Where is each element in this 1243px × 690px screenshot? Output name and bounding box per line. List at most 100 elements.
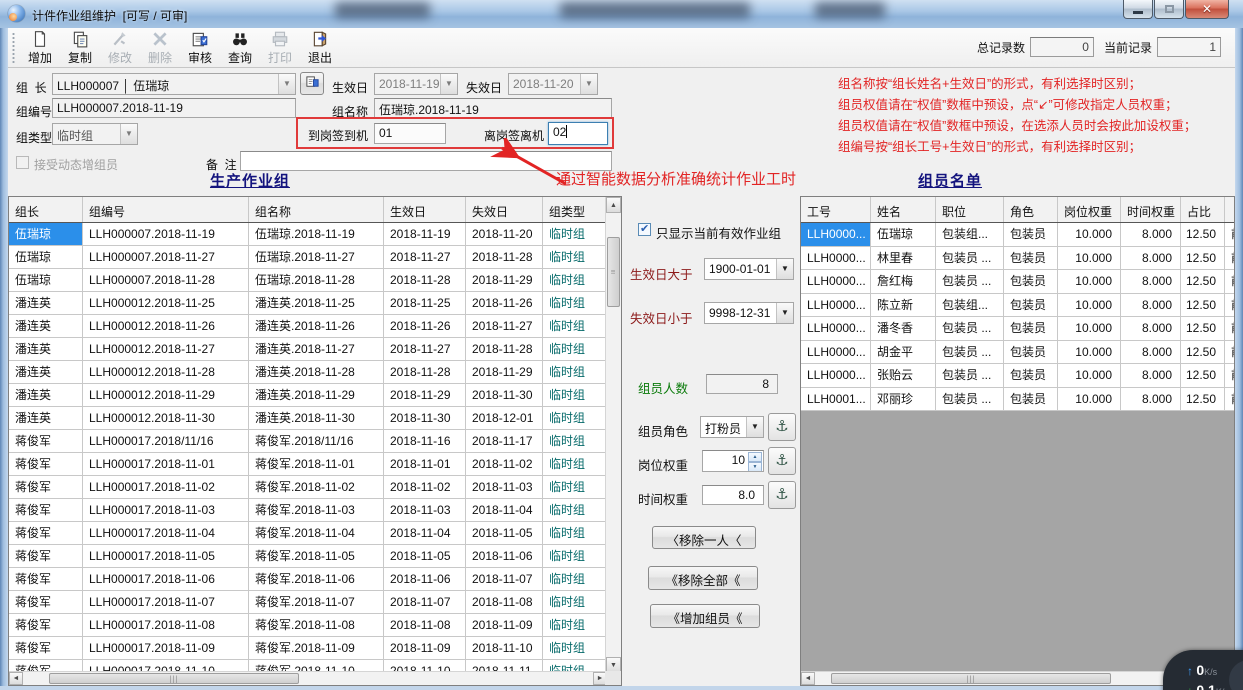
table-cell[interactable]: 潘连英.2018-11-27 bbox=[249, 338, 384, 361]
table-cell[interactable]: 10.000 bbox=[1058, 341, 1121, 365]
table-cell[interactable]: 潘连英.2018-11-26 bbox=[249, 315, 384, 338]
table-cell[interactable]: 潘冬香 bbox=[871, 317, 936, 341]
table-cell[interactable]: 包装员 bbox=[1004, 247, 1058, 271]
table-cell[interactable]: 2018-11-27 bbox=[466, 315, 543, 338]
table-cell[interactable]: 2018-11-04 bbox=[466, 499, 543, 522]
table-cell[interactable]: 12.50 bbox=[1181, 317, 1225, 341]
table-cell[interactable]: 蒋俊军.2018-11-05 bbox=[249, 545, 384, 568]
table-cell[interactable]: 临时组 bbox=[543, 568, 606, 591]
effective-after-combo[interactable]: 1900-01-01▼ bbox=[704, 258, 794, 280]
table-cell[interactable]: 2018-11-26 bbox=[384, 315, 466, 338]
table-cell[interactable]: 2018-11-05 bbox=[466, 522, 543, 545]
table-cell[interactable]: 2018-11-02 bbox=[466, 453, 543, 476]
table-cell[interactable]: 8.000 bbox=[1121, 317, 1181, 341]
table-cell[interactable]: LLH000017.2018-11-03 bbox=[83, 499, 249, 522]
table-row[interactable]: 潘连英LLH000012.2018-11-25潘连英.2018-11-25201… bbox=[9, 292, 606, 315]
card-reader-button[interactable] bbox=[300, 72, 324, 95]
table-cell[interactable]: 2018-11-28 bbox=[384, 269, 466, 292]
table-cell[interactable]: 2018-11-29 bbox=[384, 384, 466, 407]
table-cell[interactable]: 蒋俊军.2018-11-09 bbox=[249, 637, 384, 660]
audit-button[interactable]: 审核 bbox=[180, 30, 220, 66]
table-row[interactable]: LLH0000...陈立新包装组...包装员10.0008.00012.50前 bbox=[801, 294, 1234, 318]
table-cell[interactable]: 临时组 bbox=[543, 361, 606, 384]
table-cell[interactable]: 伍瑞琼 bbox=[9, 269, 83, 292]
column-header[interactable]: 工号 bbox=[801, 197, 871, 222]
table-cell[interactable]: 潘连英 bbox=[9, 292, 83, 315]
table-cell[interactable]: 林里春 bbox=[871, 247, 936, 271]
table-cell[interactable]: 2018-11-04 bbox=[384, 522, 466, 545]
column-header[interactable]: 组长 bbox=[9, 197, 83, 222]
table-cell[interactable]: 伍瑞琼 bbox=[9, 223, 83, 246]
vertical-scrollbar[interactable]: ▲ ≡ ▼ bbox=[605, 197, 621, 673]
table-cell[interactable]: 2018-11-09 bbox=[466, 614, 543, 637]
table-cell[interactable]: 临时组 bbox=[543, 476, 606, 499]
table-cell[interactable]: LLH0000... bbox=[801, 317, 871, 341]
post-weight-spinner[interactable]: 10 ▲▼ bbox=[702, 450, 764, 472]
network-speed-overlay[interactable]: ↑ 0K/s ↓ 0.1K/s bbox=[1163, 650, 1243, 690]
table-cell[interactable]: 12.50 bbox=[1181, 247, 1225, 271]
table-cell[interactable]: 2018-11-30 bbox=[466, 384, 543, 407]
table-cell[interactable]: 陈立新 bbox=[871, 294, 936, 318]
table-row[interactable]: 伍瑞琼LLH000007.2018-11-27伍瑞琼.2018-11-27201… bbox=[9, 246, 606, 269]
table-row[interactable]: 潘连英LLH000012.2018-11-28潘连英.2018-11-28201… bbox=[9, 361, 606, 384]
table-cell[interactable]: 临时组 bbox=[543, 338, 606, 361]
table-cell[interactable]: 2018-11-16 bbox=[384, 430, 466, 453]
table-cell[interactable]: 蒋俊军 bbox=[9, 499, 83, 522]
table-cell[interactable]: 2018-11-08 bbox=[384, 614, 466, 637]
table-cell[interactable]: LLH000017.2018/11/16 bbox=[83, 430, 249, 453]
table-cell[interactable]: 包装员 bbox=[1004, 223, 1058, 247]
table-cell[interactable]: 包装员 bbox=[1004, 364, 1058, 388]
copy-button[interactable]: 复制 bbox=[60, 30, 100, 66]
table-cell[interactable]: 前 bbox=[1225, 270, 1234, 294]
checkin-machine-field[interactable]: 01 bbox=[374, 123, 446, 144]
table-cell[interactable]: 蒋俊军.2018-11-03 bbox=[249, 499, 384, 522]
chevron-down-icon[interactable]: ▼ bbox=[440, 74, 457, 94]
table-cell[interactable]: 2018-11-28 bbox=[384, 361, 466, 384]
exit-button[interactable]: 退出 bbox=[300, 30, 340, 66]
anchor-post-weight-button[interactable]: ⚓ bbox=[768, 447, 796, 475]
table-cell[interactable]: LLH000017.2018-11-09 bbox=[83, 637, 249, 660]
table-cell[interactable]: 临时组 bbox=[543, 269, 606, 292]
query-button[interactable]: 查询 bbox=[220, 30, 260, 66]
table-row[interactable]: 蒋俊军LLH000017.2018-11-07蒋俊军.2018-11-07201… bbox=[9, 591, 606, 614]
table-cell[interactable]: LLH0001... bbox=[801, 388, 871, 412]
table-cell[interactable]: 前 bbox=[1225, 341, 1234, 365]
table-cell[interactable]: 2018-11-30 bbox=[384, 407, 466, 430]
table-cell[interactable]: 8.000 bbox=[1121, 388, 1181, 412]
time-weight-field[interactable]: 8.0 bbox=[702, 485, 764, 505]
table-cell[interactable]: 2018-12-01 bbox=[466, 407, 543, 430]
table-row[interactable]: LLH0000...詹红梅包装员 ...包装员10.0008.00012.50前 bbox=[801, 270, 1234, 294]
remove-one-button[interactable]: 〈移除一人〈 bbox=[652, 526, 756, 549]
table-cell[interactable]: LLH000007.2018-11-19 bbox=[83, 223, 249, 246]
table-row[interactable]: LLH0000...胡金平包装员 ...包装员10.0008.00012.50前 bbox=[801, 341, 1234, 365]
close-button[interactable]: ✕ bbox=[1185, 0, 1229, 19]
title-bar[interactable]: 计件作业组维护 [可写 / 可审] ✕ bbox=[0, 0, 1243, 28]
minimize-button[interactable] bbox=[1123, 0, 1153, 19]
column-header[interactable]: 岗位权重 bbox=[1058, 197, 1121, 222]
table-row[interactable]: 蒋俊军LLH000017.2018-11-03蒋俊军.2018-11-03 201… bbox=[9, 499, 606, 522]
table-cell[interactable]: 2018-11-08 bbox=[466, 591, 543, 614]
table-cell[interactable]: 2018-11-29 bbox=[466, 361, 543, 384]
table-cell[interactable]: 詹红梅 bbox=[871, 270, 936, 294]
table-cell[interactable]: 临时组 bbox=[543, 614, 606, 637]
table-cell[interactable]: 邓丽珍 bbox=[871, 388, 936, 412]
table-cell[interactable]: 潘连英.2018-11-29 bbox=[249, 384, 384, 407]
table-cell[interactable]: 12.50 bbox=[1181, 364, 1225, 388]
table-cell[interactable]: LLH000017.2018-11-04 bbox=[83, 522, 249, 545]
table-cell[interactable]: 2018-11-03 bbox=[466, 476, 543, 499]
scrollbar-thumb[interactable]: ||| bbox=[49, 673, 299, 684]
table-cell[interactable]: 2018-11-17 bbox=[466, 430, 543, 453]
column-header[interactable]: 组编号 bbox=[83, 197, 249, 222]
table-cell[interactable]: 蒋俊军.2018-11-04 bbox=[249, 522, 384, 545]
spin-up-icon[interactable]: ▲ bbox=[748, 452, 762, 462]
table-cell[interactable]: 蒋俊军 bbox=[9, 476, 83, 499]
table-row[interactable]: 蒋俊军LLH000017.2018-11-04蒋俊军.2018-11-04201… bbox=[9, 522, 606, 545]
table-cell[interactable]: 2018-11-06 bbox=[384, 568, 466, 591]
table-cell[interactable]: 10.000 bbox=[1058, 317, 1121, 341]
table-row[interactable]: 潘连英LLH000012.2018-11-30潘连英.2018-11-30201… bbox=[9, 407, 606, 430]
table-cell[interactable]: 前 bbox=[1225, 364, 1234, 388]
table-cell[interactable]: LLH0000... bbox=[801, 223, 871, 247]
table-cell[interactable]: 潘连英 bbox=[9, 407, 83, 430]
scroll-up-icon[interactable]: ▲ bbox=[606, 197, 621, 213]
table-cell[interactable]: 蒋俊军 bbox=[9, 637, 83, 660]
